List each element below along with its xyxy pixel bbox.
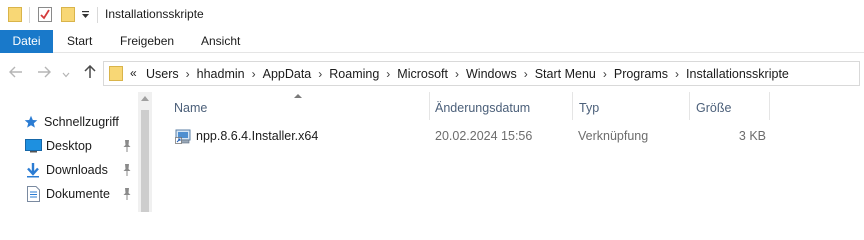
navigation-scrollbar[interactable] bbox=[138, 92, 152, 212]
scrollbar-thumb[interactable] bbox=[141, 110, 149, 212]
nav-item-label: Dokumente bbox=[46, 187, 110, 201]
breadcrumb: Users › hhadmin › AppData › Roaming › Mi… bbox=[142, 62, 793, 85]
toolbar-separator bbox=[97, 7, 98, 23]
toolbar-separator bbox=[29, 7, 30, 23]
nav-item-schnellzugriff[interactable]: Schnellzugriff bbox=[22, 112, 119, 132]
properties-checkmark-icon[interactable] bbox=[38, 6, 52, 25]
sort-ascending-icon bbox=[294, 94, 302, 98]
breadcrumb-appdata[interactable]: AppData bbox=[259, 67, 316, 81]
address-row: « Users › hhadmin › AppData › Roaming › … bbox=[0, 56, 864, 92]
chevron-right-icon[interactable]: › bbox=[521, 67, 531, 81]
chevron-right-icon[interactable]: › bbox=[452, 67, 462, 81]
customize-toolbar-chevron-icon[interactable] bbox=[81, 9, 90, 23]
scroll-up-arrow-icon[interactable] bbox=[141, 96, 149, 101]
desktop-icon bbox=[24, 138, 42, 154]
arrow-left-icon bbox=[9, 65, 23, 83]
chevron-right-icon[interactable]: › bbox=[383, 67, 393, 81]
folder-icon[interactable] bbox=[8, 6, 22, 25]
nav-item-label: Schnellzugriff bbox=[44, 115, 119, 129]
nav-item-label: Desktop bbox=[46, 139, 92, 153]
chevron-down-icon bbox=[62, 65, 70, 83]
document-icon bbox=[24, 186, 42, 202]
new-folder-icon[interactable] bbox=[61, 6, 75, 25]
breadcrumb-overflow[interactable]: « bbox=[130, 66, 137, 80]
forward-button[interactable] bbox=[35, 65, 53, 83]
breadcrumb-start-menu[interactable]: Start Menu bbox=[531, 67, 600, 81]
chevron-right-icon[interactable]: › bbox=[672, 67, 682, 81]
column-header-type[interactable]: Typ bbox=[579, 98, 599, 118]
title-bar: Installationsskripte bbox=[0, 0, 864, 30]
tab-ansicht[interactable]: Ansicht bbox=[201, 30, 240, 53]
breadcrumb-windows[interactable]: Windows bbox=[462, 67, 521, 81]
window-title: Installationsskripte bbox=[105, 7, 204, 21]
arrow-right-icon bbox=[37, 65, 51, 83]
file-name: npp.8.6.4.Installer.x64 bbox=[196, 129, 319, 143]
column-divider[interactable] bbox=[769, 92, 770, 120]
breadcrumb-microsoft[interactable]: Microsoft bbox=[393, 67, 452, 81]
star-icon bbox=[22, 114, 40, 130]
column-divider[interactable] bbox=[429, 92, 430, 120]
nav-item-desktop[interactable]: Desktop bbox=[24, 136, 92, 156]
breadcrumb-hhadmin[interactable]: hhadmin bbox=[193, 67, 249, 81]
column-divider[interactable] bbox=[689, 92, 690, 120]
file-type: Verknüpfung bbox=[578, 129, 649, 143]
file-size: 3 KB bbox=[738, 129, 766, 143]
file-row[interactable]: npp.8.6.4.Installer.x64 20.02.2024 15:56… bbox=[172, 126, 772, 146]
chevron-right-icon[interactable]: › bbox=[249, 67, 259, 81]
column-header-name[interactable]: Name bbox=[174, 98, 207, 118]
chevron-right-icon[interactable]: › bbox=[183, 67, 193, 81]
column-divider[interactable] bbox=[572, 92, 573, 120]
file-date: 20.02.2024 15:56 bbox=[435, 129, 533, 143]
column-header-size[interactable]: Größe bbox=[696, 98, 731, 118]
pin-icon[interactable] bbox=[122, 163, 132, 177]
recent-locations-button[interactable] bbox=[60, 65, 72, 83]
tab-start[interactable]: Start bbox=[67, 30, 92, 53]
chevron-right-icon[interactable]: › bbox=[315, 67, 325, 81]
nav-item-downloads[interactable]: Downloads bbox=[24, 160, 108, 180]
pin-icon[interactable] bbox=[122, 139, 132, 153]
column-header-date[interactable]: Änderungsdatum bbox=[435, 98, 530, 118]
breadcrumb-users[interactable]: Users bbox=[142, 67, 183, 81]
tab-freigeben[interactable]: Freigeben bbox=[120, 30, 174, 53]
pin-icon[interactable] bbox=[122, 187, 132, 201]
breadcrumb-programs[interactable]: Programs bbox=[610, 67, 672, 81]
download-icon bbox=[24, 162, 42, 178]
nav-item-label: Downloads bbox=[46, 163, 108, 177]
file-list: Name Änderungsdatum Typ Größe npp.8.6.4.… bbox=[152, 92, 864, 212]
folder-icon bbox=[109, 66, 123, 84]
shortcut-installer-icon bbox=[175, 128, 191, 147]
nav-item-dokumente[interactable]: Dokumente bbox=[24, 184, 110, 204]
breadcrumb-installationsskripte[interactable]: Installationsskripte bbox=[682, 67, 793, 81]
arrow-up-icon bbox=[84, 64, 96, 84]
ribbon-tabs: Datei Start Freigeben Ansicht bbox=[0, 30, 864, 53]
chevron-right-icon[interactable]: › bbox=[600, 67, 610, 81]
up-button[interactable] bbox=[81, 64, 99, 84]
breadcrumb-roaming[interactable]: Roaming bbox=[325, 67, 383, 81]
address-bar[interactable]: « Users › hhadmin › AppData › Roaming › … bbox=[103, 61, 860, 86]
back-button[interactable] bbox=[7, 65, 25, 83]
tab-datei[interactable]: Datei bbox=[0, 30, 53, 53]
navigation-pane: Schnellzugriff Desktop Downloads Dokumen… bbox=[0, 92, 152, 212]
